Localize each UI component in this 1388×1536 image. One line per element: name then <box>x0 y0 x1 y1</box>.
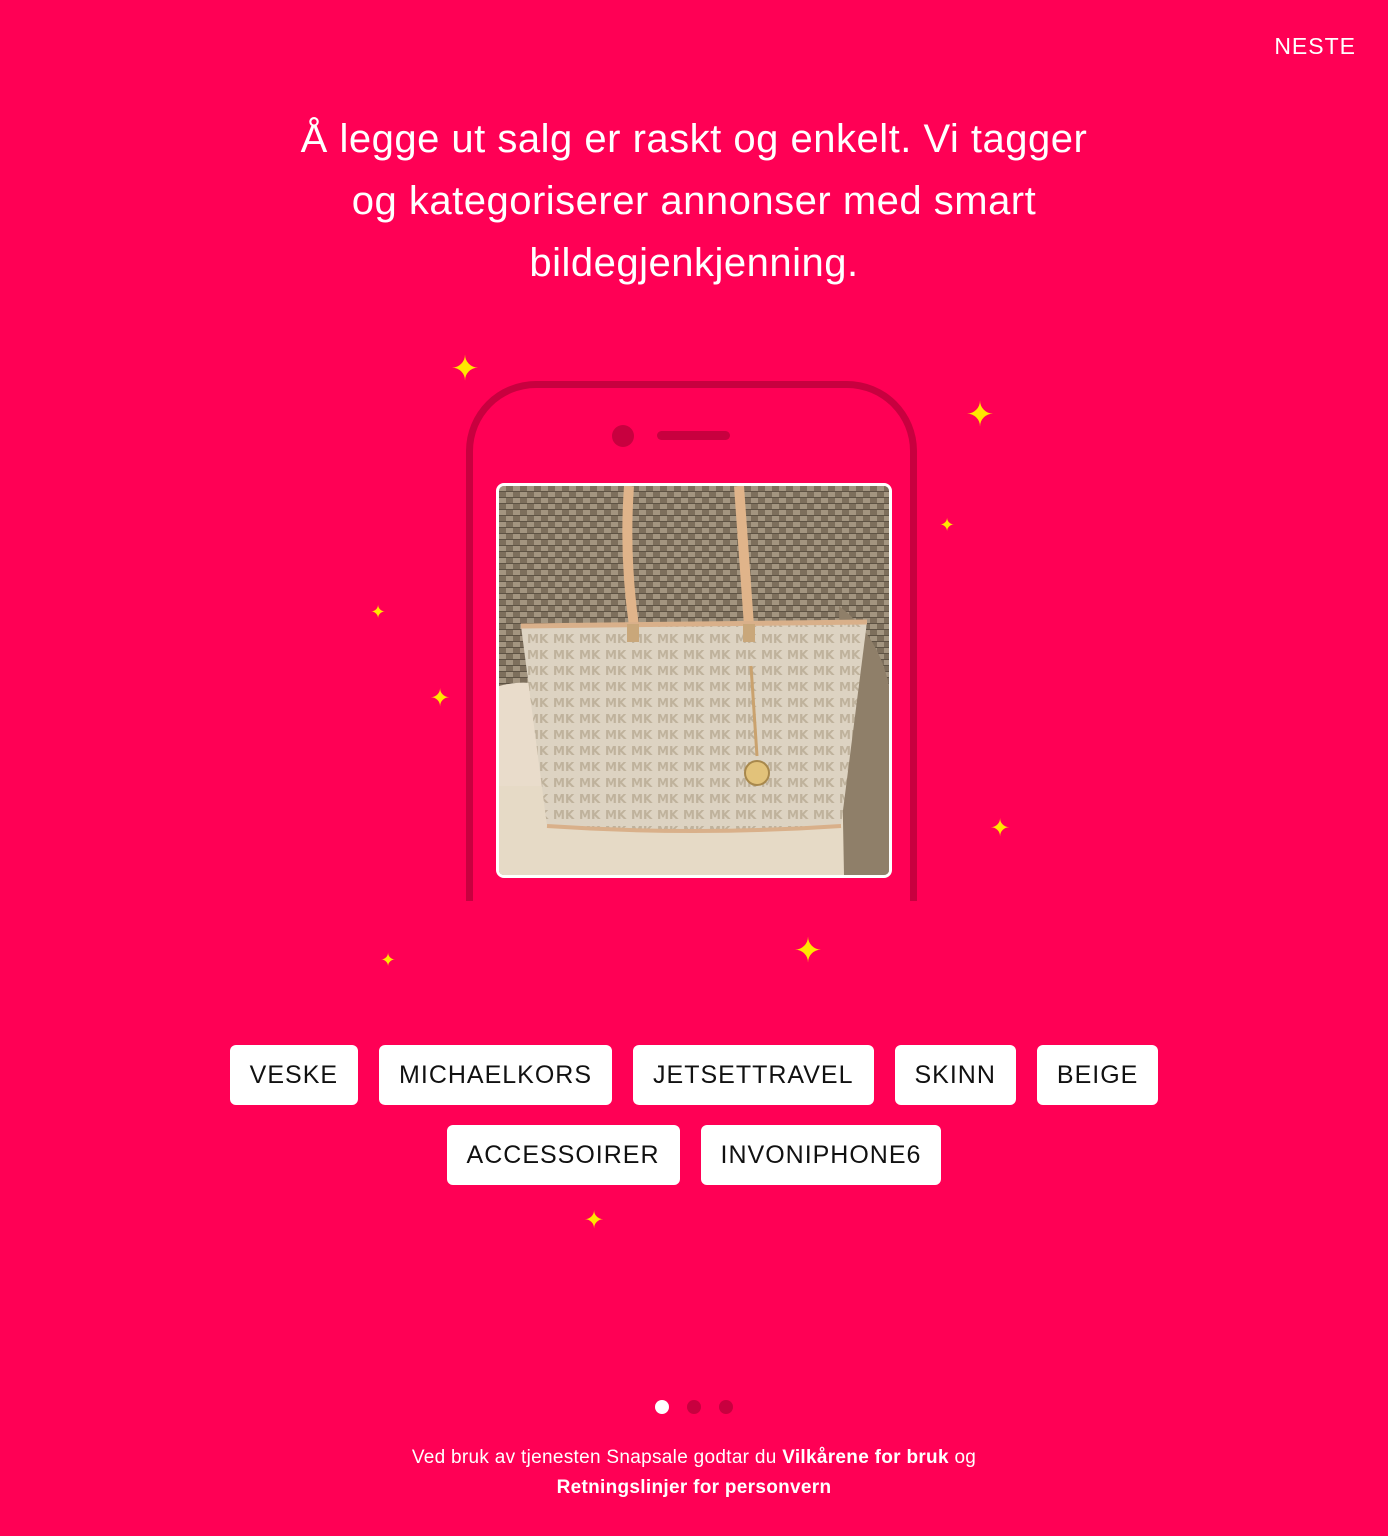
tag-chip[interactable]: BEIGE <box>1036 1045 1159 1105</box>
sparkle-icon: ✦ <box>793 932 823 970</box>
page-dot-1[interactable] <box>655 1400 669 1414</box>
tag-chip[interactable]: ACCESSOIRER <box>446 1125 680 1185</box>
sparkle-icon: ✦ <box>370 602 386 622</box>
tag-row: VESKE MICHAELKORS JETSETTRAVEL SKINN BEI… <box>0 1045 1388 1105</box>
sparkle-icon: ✦ <box>965 396 995 434</box>
phone-speaker-icon <box>657 431 730 440</box>
privacy-link[interactable]: Retningslinjer for personvern <box>557 1477 832 1498</box>
product-photo: MK <box>496 483 892 878</box>
sparkle-icon: ✦ <box>583 1207 605 1234</box>
tag-list: VESKE MICHAELKORS JETSETTRAVEL SKINN BEI… <box>0 1045 1388 1205</box>
tag-chip[interactable]: SKINN <box>894 1045 1016 1105</box>
legal-notice: Ved bruk av tjenesten Snapsale godtar du… <box>394 1443 994 1503</box>
legal-text: Ved bruk av tjenesten Snapsale godtar du <box>411 1447 777 1468</box>
tag-chip[interactable]: MICHAELKORS <box>379 1045 613 1105</box>
sparkle-icon: ✦ <box>380 950 396 970</box>
terms-link[interactable]: Vilkårene for bruk <box>782 1447 949 1468</box>
tag-chip[interactable]: INVONIPHONE6 <box>700 1125 942 1185</box>
page-dot-3[interactable] <box>719 1400 733 1414</box>
sparkle-icon: ✦ <box>939 515 955 535</box>
legal-conjunction: og <box>954 1447 977 1468</box>
handbag-photo-illustration: MK <box>499 486 889 875</box>
tag-chip[interactable]: VESKE <box>229 1045 359 1105</box>
page-indicator <box>0 1400 1388 1414</box>
tag-chip[interactable]: JETSETTRAVEL <box>633 1045 874 1105</box>
sparkle-icon: ✦ <box>989 815 1011 842</box>
phone-camera-icon <box>612 425 634 447</box>
phone-illustration: MK ✦ ✦ ✦ ✦ ✦ ✦ ✦ ✦ <box>0 0 1388 1233</box>
sparkle-icon: ✦ <box>429 685 451 712</box>
sparkle-icon: ✦ <box>450 350 480 388</box>
tag-row: ACCESSOIRER INVONIPHONE6 <box>0 1125 1388 1185</box>
page-dot-2[interactable] <box>687 1400 701 1414</box>
